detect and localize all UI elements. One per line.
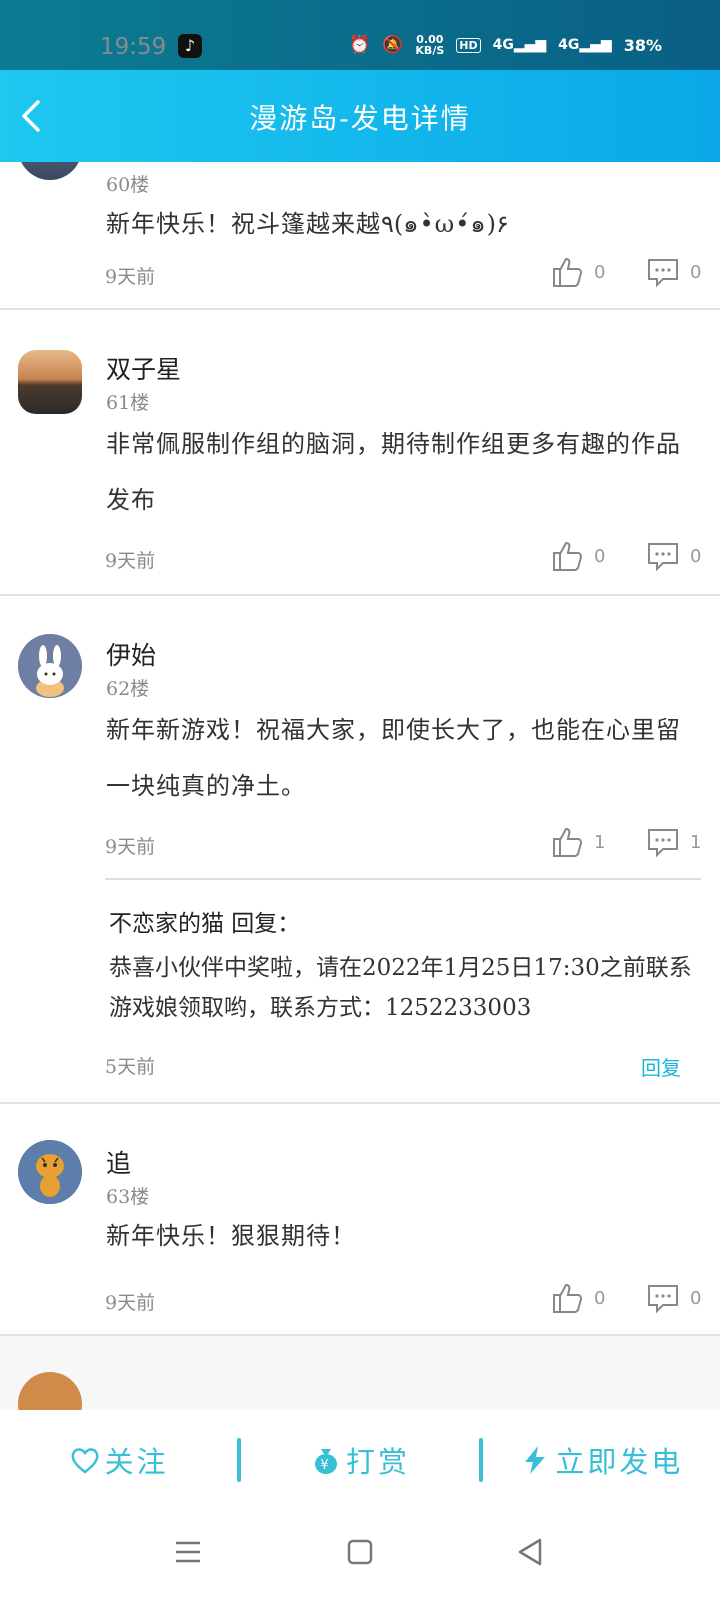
- tiktok-icon: ♪: [178, 34, 202, 58]
- comment-button[interactable]: 1: [646, 822, 708, 862]
- title-bar: 漫游岛-发电详情: [0, 70, 720, 162]
- like-button[interactable]: 0: [550, 252, 620, 292]
- action-bar: 关注 ¥ 打赏 立即发电: [0, 1410, 720, 1510]
- username[interactable]: 追: [106, 1144, 131, 1180]
- comment-post: [0, 1336, 720, 1410]
- comment-text: 新年快乐！狠狠期待！: [106, 1222, 356, 1250]
- comment-post: 伊始 62楼 新年新游戏！祝福大家，即使长大了，也能在心里留一块纯真的净土。 9…: [0, 596, 720, 1104]
- status-icons: ⏰ 🔕 0.00 KB/S HD 4G▂▄▆ 4G▂▄▆ 38%: [349, 34, 662, 56]
- post-time: 9天前: [105, 836, 156, 858]
- reply-author[interactable]: 不恋家的猫 回复：: [109, 904, 300, 938]
- bunny-avatar-icon: [18, 634, 82, 698]
- comment-button[interactable]: 0: [646, 536, 708, 576]
- floor-label: 62楼: [106, 678, 150, 700]
- comment-text: 新年新游戏！祝福大家，即使长大了，也能在心里留一块纯真的净土。: [106, 716, 681, 800]
- thumbs-up-icon: [553, 541, 583, 571]
- reply-button[interactable]: 回复: [641, 1052, 681, 1081]
- avatar[interactable]: [18, 1140, 82, 1204]
- home-icon[interactable]: [340, 1532, 380, 1572]
- post-time: 9天前: [105, 266, 156, 288]
- alarm-icon: ⏰: [349, 35, 371, 55]
- power-label: 立即发电: [555, 1445, 684, 1479]
- lightning-icon: [525, 1446, 546, 1474]
- avatar[interactable]: [18, 162, 82, 180]
- reward-button[interactable]: ¥ 打赏: [241, 1439, 478, 1481]
- menu-icon[interactable]: [168, 1532, 208, 1572]
- post-time: 9天前: [105, 1292, 156, 1314]
- username[interactable]: 伊始: [106, 636, 156, 672]
- thumbs-up-icon: [553, 1283, 583, 1313]
- comment-icon: [648, 259, 678, 288]
- like-count: 1: [594, 831, 606, 853]
- heart-icon: [71, 1448, 99, 1474]
- hd-icon: HD: [456, 37, 481, 53]
- comment-post: 60楼 新年快乐！祝斗篷越来越٩(๑•̀ω•́๑)۶ 9天前 0 0: [0, 162, 720, 310]
- comment-text: 非常佩服制作组的脑洞，期待制作组更多有趣的作品发布: [106, 430, 681, 514]
- battery-level: 38%: [623, 35, 662, 55]
- tiger-avatar-icon: [18, 1140, 82, 1204]
- status-time: 19:59: [100, 34, 167, 60]
- system-nav-bar: [0, 1510, 720, 1600]
- comment-count: 1: [690, 831, 702, 853]
- like-count: 0: [594, 1287, 606, 1309]
- thumbs-up-icon: [553, 827, 583, 857]
- like-button[interactable]: 1: [550, 822, 620, 862]
- follow-button[interactable]: 关注: [0, 1439, 237, 1481]
- status-bar: 19:59 ♪ ⏰ 🔕 0.00 KB/S HD 4G▂▄▆ 4G▂▄▆ 38%: [0, 0, 720, 70]
- comment-button[interactable]: 0: [646, 1278, 708, 1318]
- like-button[interactable]: 0: [550, 1278, 620, 1318]
- reply-time: 5天前: [105, 1056, 156, 1078]
- comment-count: 0: [690, 545, 702, 567]
- thumbs-up-icon: [553, 257, 583, 287]
- signal-icon-2: 4G▂▄▆: [558, 37, 612, 53]
- comment-icon: [648, 829, 678, 858]
- svg-text:¥: ¥: [320, 1458, 331, 1473]
- post-time: 9天前: [105, 550, 156, 572]
- comment-post: 双子星 61楼 非常佩服制作组的脑洞，期待制作组更多有趣的作品发布 9天前 0 …: [0, 310, 720, 596]
- mute-bell-icon: 🔕: [382, 35, 404, 55]
- signal-icon-1: 4G▂▄▆: [492, 37, 547, 53]
- floor-label: 61楼: [106, 392, 150, 414]
- page-title: 漫游岛-发电详情: [249, 102, 471, 135]
- username[interactable]: 双子星: [106, 350, 181, 386]
- reward-label: 打赏: [345, 1445, 410, 1479]
- net-speed: 0.00 KB/S: [415, 33, 445, 57]
- comment-icon: [648, 1285, 678, 1314]
- comment-icon: [648, 543, 678, 572]
- avatar[interactable]: [18, 1372, 82, 1410]
- floor-label: 60楼: [106, 174, 150, 196]
- comment-count: 0: [690, 261, 702, 283]
- reply-thread: 不恋家的猫 回复： 恭喜小伙伴中奖啦，请在2022年1月25日17:30之前联系…: [105, 878, 701, 1104]
- back-triangle-icon[interactable]: [510, 1532, 550, 1572]
- like-count: 0: [594, 261, 606, 283]
- floor-label: 63楼: [106, 1186, 150, 1208]
- comment-count: 0: [690, 1287, 702, 1309]
- money-bag-icon: ¥: [314, 1449, 337, 1474]
- follow-label: 关注: [104, 1445, 169, 1479]
- comment-text: 新年快乐！祝斗篷越来越٩(๑•̀ω•́๑)۶: [106, 210, 509, 238]
- avatar[interactable]: [18, 634, 82, 698]
- power-button[interactable]: 立即发电: [483, 1439, 720, 1481]
- comment-post: 追 63楼 新年快乐！狠狠期待！ 9天前 0 0: [0, 1104, 720, 1336]
- reply-text: 恭喜小伙伴中奖啦，请在2022年1月25日17:30之前联系游戏娘领取哟，联系方…: [109, 955, 692, 1021]
- avatar[interactable]: [18, 350, 82, 414]
- comment-button[interactable]: 0: [646, 252, 708, 292]
- like-count: 0: [594, 545, 606, 567]
- like-button[interactable]: 0: [550, 536, 620, 576]
- comment-feed[interactable]: 60楼 新年快乐！祝斗篷越来越٩(๑•̀ω•́๑)۶ 9天前 0 0 双子星 6…: [0, 162, 720, 1410]
